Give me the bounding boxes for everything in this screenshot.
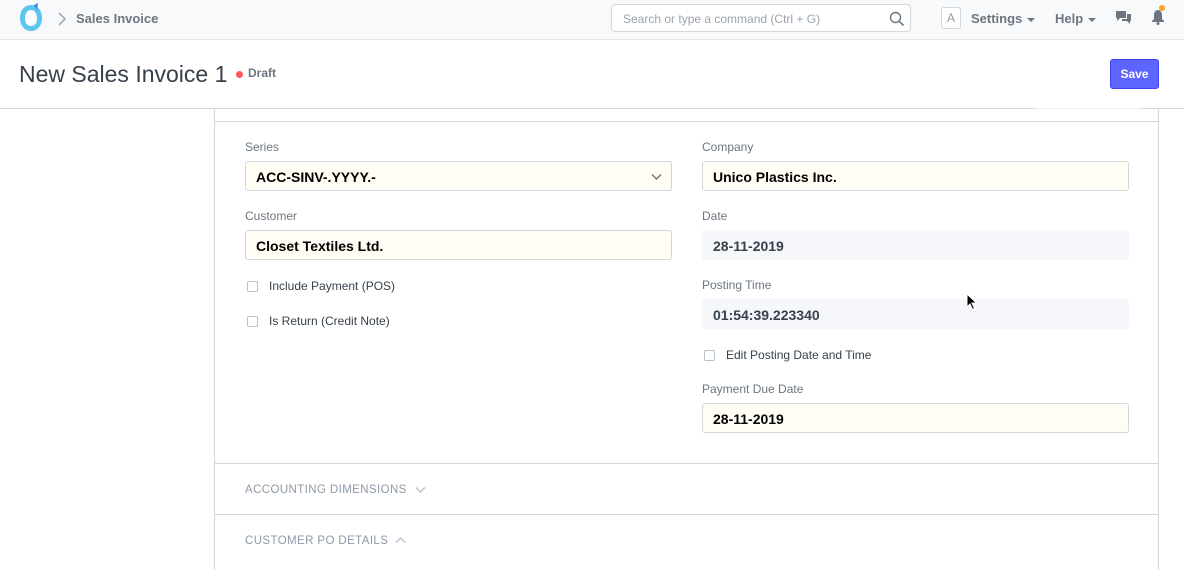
date-value: 28-11-2019 [713, 238, 784, 254]
chevron-right-icon [58, 12, 67, 26]
customer-label: Customer [245, 209, 298, 223]
chat-icon[interactable] [1115, 10, 1132, 25]
settings-menu[interactable]: Settings [971, 11, 1036, 26]
series-value: ACC-SINV-.YYYY.- [256, 169, 376, 185]
edit-posting-checkbox[interactable] [704, 350, 715, 361]
customer-value: Closet Textiles Ltd. [256, 238, 384, 254]
include-payment-label: Include Payment (POS) [269, 279, 396, 293]
logo-icon[interactable] [17, 3, 45, 33]
notification-dot [1159, 5, 1165, 11]
customer-po-details-heading[interactable]: CUSTOMER PO DETAILS [245, 535, 388, 547]
section-divider [215, 514, 1158, 515]
customer-field[interactable]: Closet Textiles Ltd. [245, 230, 672, 260]
page-title: New Sales Invoice 1 [19, 61, 228, 87]
company-field[interactable]: Unico Plastics Inc. [702, 161, 1129, 191]
save-button[interactable]: Save [1110, 59, 1159, 89]
posting-time-label: Posting Time [702, 278, 772, 292]
search-icon[interactable] [889, 11, 905, 27]
caret-down-icon [1027, 17, 1036, 22]
help-label: Help [1055, 11, 1084, 26]
payment-due-value: 28-11-2019 [713, 411, 784, 427]
form-card: Series ACC-SINV-.YYYY.- Customer Closet … [214, 108, 1159, 570]
page-header: New Sales Invoice 1 Draft Save [0, 40, 1184, 109]
mouse-cursor-icon [966, 293, 978, 311]
posting-time-value: 01:54:39.223340 [713, 307, 820, 323]
chevron-down-icon[interactable] [415, 486, 426, 494]
search-bar[interactable]: Search or type a command (Ctrl + G) [611, 4, 911, 32]
help-menu[interactable]: Help [1055, 11, 1097, 26]
status-indicator-dot [236, 71, 243, 78]
payment-due-field[interactable]: 28-11-2019 [702, 403, 1129, 433]
is-return-checkbox[interactable] [247, 316, 258, 327]
section-divider [215, 463, 1158, 464]
chevron-up-icon[interactable] [395, 536, 406, 544]
posting-time-field[interactable]: 01:54:39.223340 [702, 299, 1129, 329]
navbar: Sales Invoice Search or type a command (… [0, 0, 1184, 40]
breadcrumb-sales-invoice[interactable]: Sales Invoice [76, 11, 158, 26]
company-value: Unico Plastics Inc. [713, 169, 837, 185]
is-return-label: Is Return (Credit Note) [269, 314, 390, 328]
caret-down-icon [1088, 17, 1097, 22]
series-select[interactable]: ACC-SINV-.YYYY.- [245, 161, 672, 191]
chevron-down-icon [651, 174, 662, 180]
payment-due-label: Payment Due Date [702, 382, 804, 396]
company-label: Company [702, 140, 754, 154]
edit-posting-label: Edit Posting Date and Time [726, 348, 872, 362]
bell-icon[interactable] [1151, 9, 1165, 25]
section-divider [215, 108, 1158, 122]
status-badge: Draft [248, 66, 277, 80]
search-input[interactable]: Search or type a command (Ctrl + G) [623, 12, 820, 26]
series-label: Series [245, 140, 280, 154]
date-field[interactable]: 28-11-2019 [702, 230, 1129, 260]
include-payment-checkbox[interactable] [247, 281, 258, 292]
avatar[interactable]: A [941, 7, 961, 29]
date-label: Date [702, 209, 728, 223]
settings-label: Settings [971, 11, 1023, 26]
accounting-dimensions-heading[interactable]: ACCOUNTING DIMENSIONS [245, 484, 407, 496]
